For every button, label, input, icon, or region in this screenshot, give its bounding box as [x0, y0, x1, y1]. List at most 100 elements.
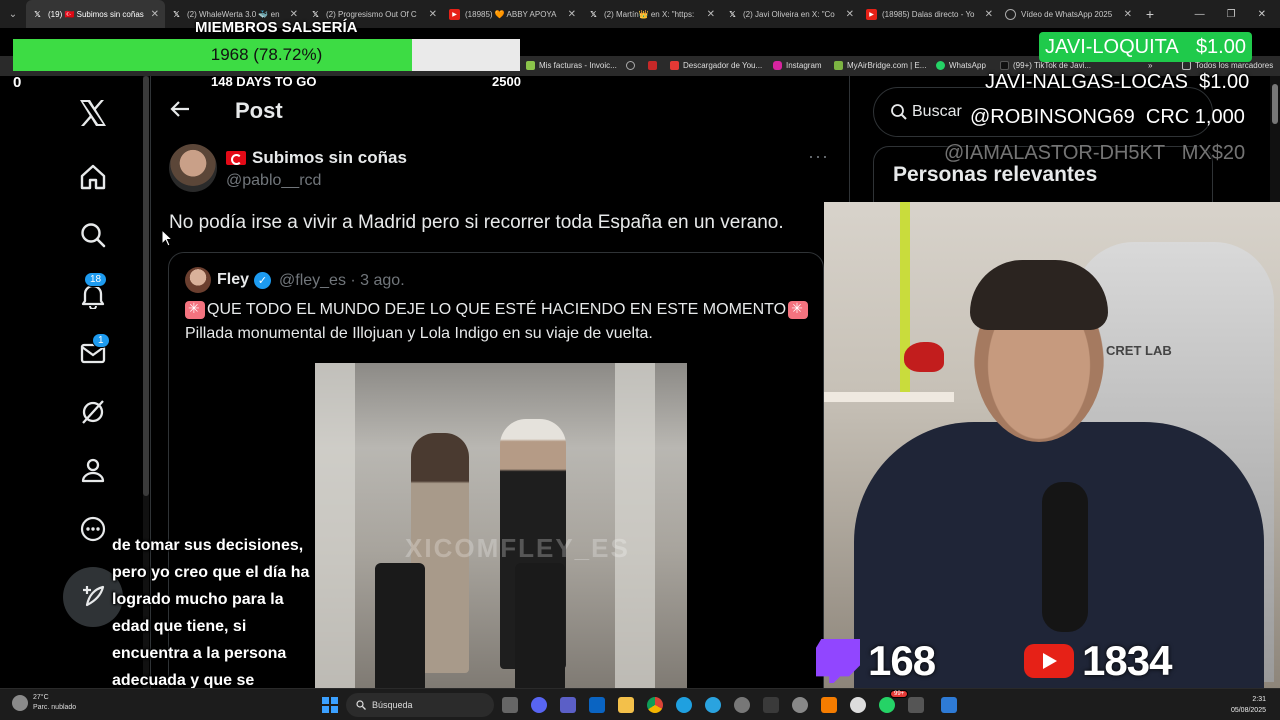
temperature: 27°C — [33, 694, 49, 701]
tab-title: (18985) Dalas directo - Yo — [882, 9, 975, 19]
whatsapp-icon[interactable] — [879, 697, 895, 713]
author-name[interactable]: Subimos sin coñas — [226, 148, 407, 168]
youtube-viewers: 1834 — [1082, 637, 1172, 684]
bookmark-facturas[interactable]: Mis facturas - Invoic... — [526, 61, 617, 70]
tab-search-icon[interactable]: ⌄ — [0, 0, 26, 28]
twitch-icon — [816, 639, 860, 683]
home-icon[interactable] — [70, 154, 116, 200]
screen: ⌄ 𝕏 (19) 🇹🇷 Subimos sin coñas ✕ 𝕏 (2) WhaleW… — [0, 0, 1280, 720]
right-scrollbar-thumb[interactable] — [1272, 84, 1278, 124]
notifications-bell-icon[interactable]: 18 — [70, 272, 116, 318]
quoted-text-headline: QUE TODO EL MUNDO DEJE LO QUE ESTÉ HACIE… — [207, 301, 787, 318]
bookmark-descargador[interactable]: Descargador de You... — [670, 61, 762, 70]
webcam-streamer-hair — [970, 260, 1108, 330]
close-tab-icon[interactable]: ✕ — [290, 9, 298, 20]
settings-gear-icon[interactable] — [792, 697, 808, 713]
task-view-icon[interactable] — [502, 697, 518, 713]
bookmark-myairbridge[interactable]: MyAirBridge.com | E... — [834, 61, 926, 70]
weather-widget[interactable]: 27°C Parc. nublado — [12, 693, 76, 713]
bookmark-tiktok[interactable]: (99+) TikTok de Javi... — [1000, 61, 1091, 70]
browser-tab[interactable]: 𝕏 (2) Javi Oliveira en X: "Co ✕ — [721, 0, 860, 28]
windows-start-icon[interactable] — [322, 697, 338, 713]
messages-badge: 1 — [92, 333, 110, 348]
bookmark-whatsapp[interactable]: WhatsApp — [936, 61, 986, 70]
search-placeholder: Buscar — [912, 103, 962, 120]
chrome-icon[interactable] — [647, 697, 663, 713]
more-options-icon[interactable] — [70, 506, 116, 552]
obs-icon[interactable] — [850, 697, 866, 713]
teams-icon[interactable] — [560, 697, 576, 713]
telegram-icon[interactable] — [705, 697, 721, 713]
webcam-chair-logo: CRET LAB — [1106, 343, 1172, 358]
outlook-icon[interactable] — [589, 697, 605, 713]
close-tab-icon[interactable]: ✕ — [151, 9, 159, 20]
browser-tab-strip: ⌄ 𝕏 (19) 🇹🇷 Subimos sin coñas ✕ 𝕏 (2) WhaleW… — [0, 0, 1280, 28]
close-tab-icon[interactable]: ✕ — [429, 9, 437, 20]
bookmark-red[interactable] — [648, 61, 657, 70]
author-avatar[interactable] — [169, 144, 217, 192]
all-bookmarks[interactable]: Todos los marcadores — [1182, 61, 1273, 70]
tip-row: @IAMALASTOR-DH5KT MX$20 — [944, 142, 1245, 165]
restore-icon[interactable]: ❐ — [1227, 9, 1236, 20]
close-tab-icon[interactable]: ✕ — [846, 9, 854, 20]
close-tab-icon[interactable]: ✕ — [568, 9, 576, 20]
app-icon[interactable] — [763, 697, 779, 713]
video-watermark: XICOMFLEY_ES — [405, 533, 630, 563]
browser-tab[interactable]: 𝕏 (2) Martín👑 en X: "https: ✕ — [582, 0, 721, 28]
edge-icon[interactable] — [676, 697, 692, 713]
x-logo-icon[interactable] — [70, 90, 116, 136]
siren-emoji-icon — [185, 300, 205, 319]
mouse-cursor-icon — [161, 228, 174, 252]
x-logo-icon: 𝕏 — [34, 9, 41, 19]
close-tab-icon[interactable]: ✕ — [707, 9, 715, 20]
explore-search-icon[interactable] — [70, 212, 116, 258]
page-title: Post — [235, 98, 283, 123]
file-explorer-icon[interactable] — [618, 697, 634, 713]
quoted-video[interactable]: XICOMFLEY_ES — [315, 363, 687, 703]
minimize-icon[interactable]: — — [1195, 9, 1205, 20]
youtube-icon: ▶ — [449, 8, 460, 20]
quoted-author-name[interactable]: Fley ✓ — [217, 271, 272, 289]
weather-icon — [12, 695, 28, 711]
new-tab-button[interactable]: + — [1138, 6, 1162, 22]
youtube-icon: ▶ — [866, 8, 877, 20]
more-options-button[interactable]: ··· — [808, 146, 829, 167]
quoted-text-line-2: Pillada monumental de Illojuan y Lola In… — [185, 325, 653, 342]
system-clock[interactable]: 2:31 05/08/2025 — [1231, 694, 1266, 716]
bookmark-instagram[interactable]: Instagram — [773, 61, 822, 70]
browser-tab[interactable]: 𝕏 (19) 🇹🇷 Subimos sin coñas ✕ — [26, 0, 165, 28]
bookmark-label: Instagram — [786, 61, 822, 70]
quoted-author-avatar[interactable] — [185, 267, 211, 293]
goal-progress-bar: 1968 (78.72%) — [13, 39, 520, 71]
app-icon[interactable] — [941, 697, 957, 713]
grok-icon[interactable] — [70, 389, 116, 435]
post-text: No podía irse a vivir a Madrid pero si r… — [169, 212, 784, 233]
profile-icon[interactable] — [70, 447, 116, 493]
twitch-viewer-count: 168 — [816, 636, 936, 686]
tab-title: (2) Progresismo Out Of C — [326, 9, 417, 19]
app-icon[interactable] — [734, 697, 750, 713]
tiktok-icon — [1000, 61, 1009, 70]
browser-tab[interactable]: ▶ (18985) Dalas directo - Yo ✕ — [860, 0, 999, 28]
close-tab-icon[interactable]: ✕ — [1124, 9, 1132, 20]
messages-envelope-icon[interactable]: 1 — [70, 330, 116, 376]
clock-time: 2:31 — [1252, 696, 1266, 703]
app-icon[interactable] — [821, 697, 837, 713]
app-icon[interactable] — [908, 697, 924, 713]
browser-tab[interactable]: ▶ (18985) 🧡 ABBY APOYA ✕ — [443, 0, 582, 28]
discord-icon[interactable] — [531, 697, 547, 713]
bookmark-icon — [834, 61, 843, 70]
bookmark-globe[interactable] — [626, 61, 635, 70]
left-scrollbar-thumb[interactable] — [143, 76, 149, 496]
taskbar-search[interactable]: Búsqueda — [346, 693, 494, 717]
tip-name: @IAMALASTOR-DH5KT — [944, 142, 1166, 164]
author-handle[interactable]: @pablo__rcd — [226, 172, 321, 190]
browser-tab[interactable]: Vídeo de WhatsApp 2025 ✕ — [999, 0, 1138, 28]
bookmarks-overflow[interactable]: » — [1148, 61, 1152, 70]
notifications-badge: 18 — [84, 272, 108, 287]
webcam-feed: CRET LAB — [824, 202, 1280, 688]
bookmark-label: WhatsApp — [949, 61, 986, 70]
close-tab-icon[interactable]: ✕ — [985, 9, 993, 20]
close-window-icon[interactable]: ✕ — [1258, 9, 1266, 20]
back-arrow-icon[interactable] — [169, 98, 191, 125]
